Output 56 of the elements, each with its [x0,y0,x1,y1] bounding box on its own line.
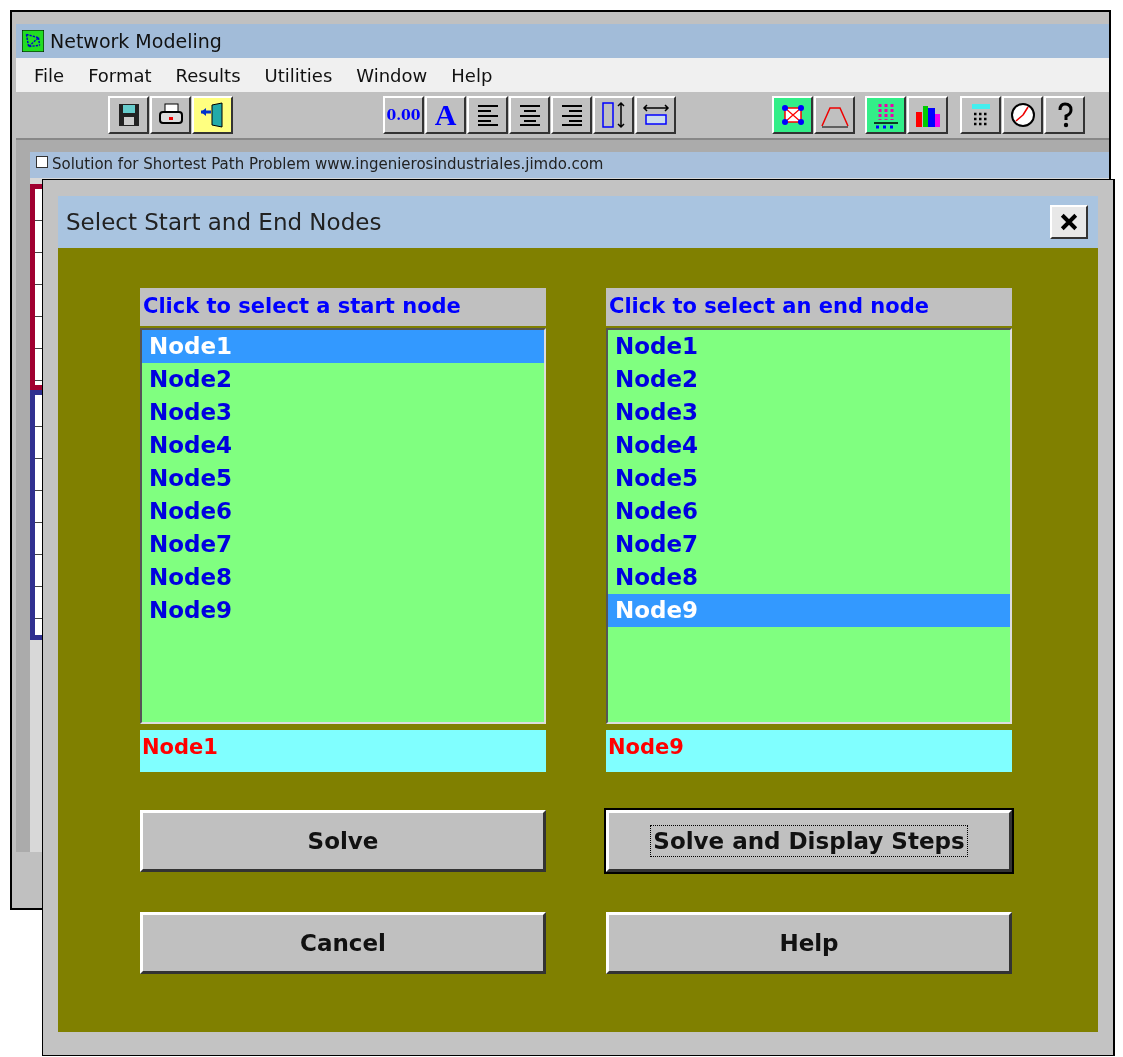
toolbar-button[interactable] [509,96,550,134]
list-item[interactable]: Node8 [608,561,1010,594]
menu-item[interactable]: File [34,64,65,86]
dialog-button[interactable]: Help [606,912,1012,974]
list-item[interactable]: Node4 [142,429,544,462]
menu-item[interactable]: Window [356,64,428,86]
list-item[interactable]: Node2 [142,363,544,396]
window-title: Network Modeling [50,30,222,52]
list-item[interactable]: Node5 [608,462,1010,495]
toolbar-button[interactable] [192,96,233,134]
toolbar-button[interactable] [551,96,592,134]
list-item[interactable]: Node1 [608,330,1010,363]
dialog-button[interactable]: Cancel [140,912,546,974]
node-list[interactable]: Node1 Node2 Node3 Node4 Node5 Node6 Node7 Node8 Node9 [140,328,546,724]
toolbar-button[interactable] [635,96,676,134]
toolbar-button[interactable] [593,96,634,134]
menu-item[interactable]: Format [88,64,152,86]
list-header: Click to select an end node [606,288,1012,326]
toolbar-button[interactable] [960,96,1001,134]
child-window-title: Solution for Shortest Path Problem www.ingenierosindustriales.jimdo.com [52,156,604,172]
toolbar-button[interactable] [150,96,191,134]
toolbar-button[interactable] [772,96,813,134]
toolbar-button[interactable]: A [425,96,466,134]
list-item[interactable]: Node7 [608,528,1010,561]
list-item[interactable]: Node5 [142,462,544,495]
selected-node-field: Node1 [140,730,546,772]
window-icon [36,156,48,168]
list-item[interactable]: Node2 [608,363,1010,396]
list-item[interactable]: Node4 [608,429,1010,462]
list-item[interactable]: Node6 [608,495,1010,528]
node-list[interactable]: Node1 Node2 Node3 Node4 Node5 Node6 Node7 Node8 Node9 [606,328,1012,724]
list-header: Click to select a start node [140,288,546,326]
dialog-button[interactable]: Solve [140,810,546,872]
toolbar-button[interactable] [108,96,149,134]
toolbar-button[interactable]: 0.00 [383,96,424,134]
toolbar-button[interactable] [1002,96,1043,134]
list-item[interactable]: Node7 [142,528,544,561]
menu-item[interactable]: Utilities [264,64,333,86]
toolbar-button[interactable] [1044,96,1085,134]
toolbar-button[interactable] [907,96,948,134]
toolbar-button[interactable] [814,96,855,134]
dialog-button[interactable]: Solve and Display Steps [606,810,1012,872]
list-item[interactable]: Node6 [142,495,544,528]
close-button[interactable] [1050,205,1088,239]
list-item[interactable]: Node3 [608,396,1010,429]
menu-item[interactable]: Results [175,64,241,86]
list-item[interactable]: Node8 [142,561,544,594]
menu-item[interactable]: Help [451,64,493,86]
dialog-title: Select Start and End Nodes [66,209,382,235]
network-icon [22,30,44,52]
list-item[interactable]: Node3 [142,396,544,429]
toolbar-button[interactable] [467,96,508,134]
selected-node-field: Node9 [606,730,1012,772]
toolbar-button[interactable] [865,96,906,134]
close-icon [1060,213,1078,231]
list-item[interactable]: Node9 [142,594,544,627]
